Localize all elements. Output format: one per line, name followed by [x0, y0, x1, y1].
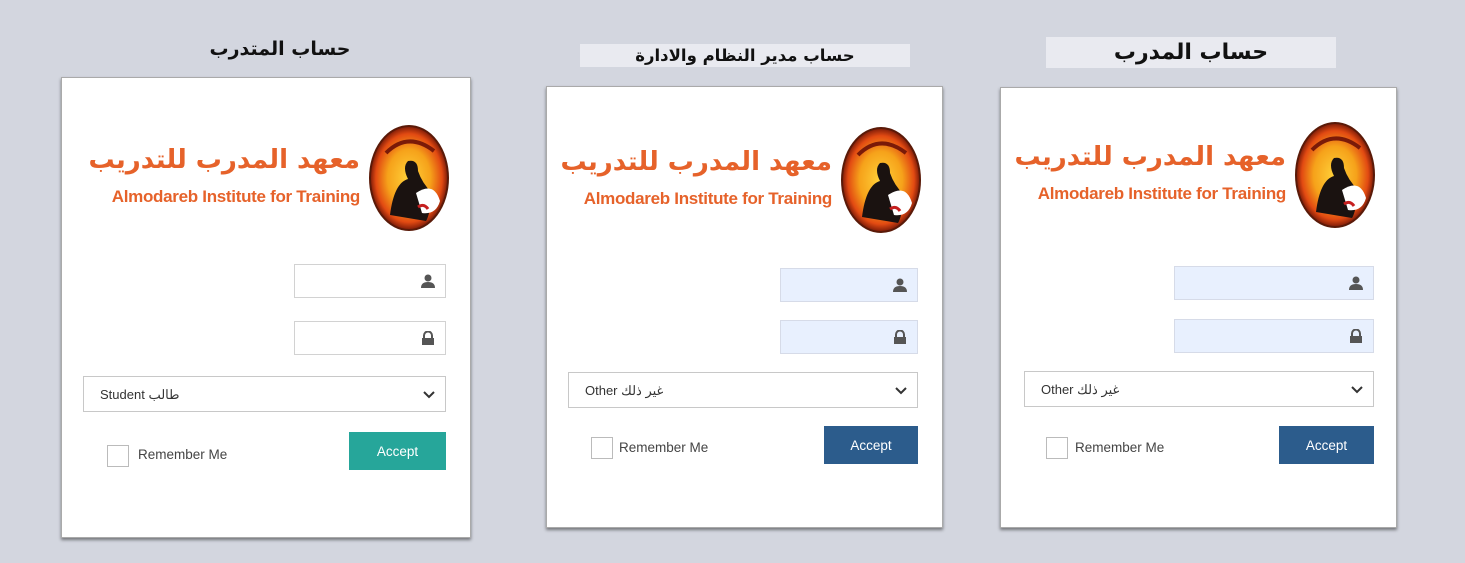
username-input[interactable] [295, 265, 421, 297]
institute-seal-logo [368, 124, 450, 232]
login-card-student: معهد المدرب للتدريب Almodareb Institute … [61, 77, 471, 538]
institute-seal-logo [840, 126, 922, 234]
password-input[interactable] [295, 322, 421, 354]
user-icon [421, 274, 435, 288]
username-input[interactable] [1175, 267, 1349, 299]
user-icon [893, 278, 907, 292]
remember-me-label: Remember Me [1075, 440, 1165, 455]
password-field[interactable] [1174, 319, 1374, 353]
role-select[interactable]: Student طالب [83, 376, 446, 412]
logo-arabic-text: معهد المدرب للتدريب [88, 145, 360, 175]
password-field[interactable] [294, 321, 446, 355]
institute-logo: معهد المدرب للتدريب Almodareb Institute … [70, 123, 450, 238]
password-field[interactable] [780, 320, 918, 354]
username-field[interactable] [1174, 266, 1374, 300]
remember-me-label: Remember Me [138, 447, 228, 462]
remember-me-label: Remember Me [619, 440, 709, 455]
logo-english-text: Almodareb Institute for Training [1037, 184, 1287, 203]
chevron-down-icon [1351, 386, 1363, 393]
institute-logo: معهد المدرب للتدريب Almodareb Institute … [552, 125, 922, 240]
role-select-value: Student طالب [100, 387, 180, 402]
role-select[interactable]: Other غير ذلك [1024, 371, 1374, 407]
logo-english-text: Almodareb Institute for Training [111, 187, 361, 206]
accept-button[interactable]: Accept [1279, 426, 1374, 464]
institute-logo: معهد المدرب للتدريب Almodareb Institute … [1006, 120, 1376, 235]
login-card-trainer: معهد المدرب للتدريب Almodareb Institute … [1000, 87, 1397, 528]
username-input[interactable] [781, 269, 893, 301]
panel-title-trainer: حساب المدرب [1046, 37, 1336, 68]
role-select-value: Other غير ذلك [585, 383, 664, 398]
logo-arabic-text: معهد المدرب للتدريب [1014, 142, 1286, 172]
logo-english-text: Almodareb Institute for Training [583, 189, 833, 208]
chevron-down-icon [423, 391, 435, 398]
panel-title-admin: حساب مدير النظام والادارة [580, 44, 910, 67]
lock-icon [421, 331, 435, 345]
role-select-value: Other غير ذلك [1041, 382, 1120, 397]
login-card-admin: معهد المدرب للتدريب Almodareb Institute … [546, 86, 943, 528]
lock-icon [1349, 329, 1363, 343]
lock-icon [893, 330, 907, 344]
remember-me-checkbox[interactable] [591, 437, 613, 459]
user-icon [1349, 276, 1363, 290]
password-input[interactable] [1175, 320, 1349, 352]
institute-seal-logo [1294, 121, 1376, 229]
accept-button[interactable]: Accept [349, 432, 446, 470]
logo-arabic-text: معهد المدرب للتدريب [560, 147, 832, 177]
username-field[interactable] [294, 264, 446, 298]
remember-me-checkbox[interactable] [1046, 437, 1068, 459]
accept-button[interactable]: Accept [824, 426, 918, 464]
remember-me-checkbox[interactable] [107, 445, 129, 467]
chevron-down-icon [895, 387, 907, 394]
role-select[interactable]: Other غير ذلك [568, 372, 918, 408]
panel-title-student: حساب المتدرب [209, 38, 351, 60]
password-input[interactable] [781, 321, 893, 353]
username-field[interactable] [780, 268, 918, 302]
